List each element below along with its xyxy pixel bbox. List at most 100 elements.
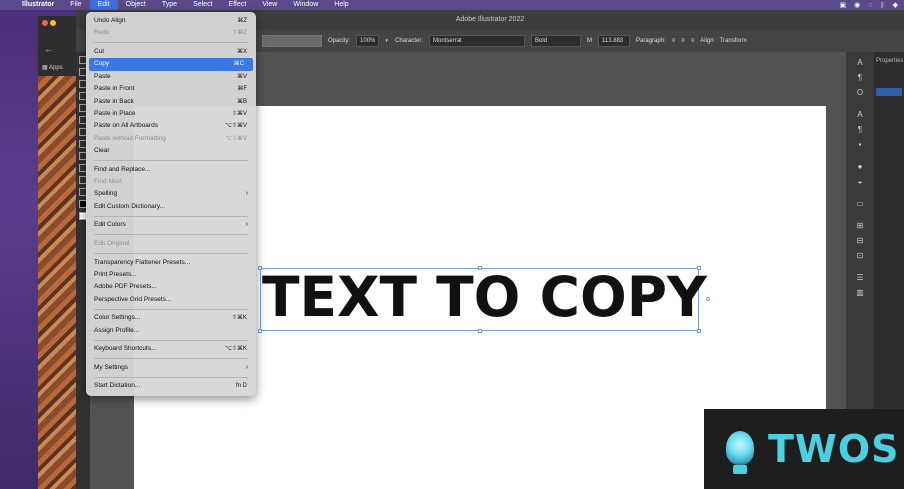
menu-effect[interactable]: Effect [221, 0, 255, 10]
lightbulb-logo-icon [720, 421, 760, 477]
menu-item-copy[interactable]: Copy ⌘C [89, 58, 253, 71]
character-label[interactable]: Character: [395, 38, 423, 44]
menu-item-edit-custom-dictionary[interactable]: Edit Custom Dictionary... [86, 201, 256, 213]
menu-item-color-settings[interactable]: Color Settings... ⇧⌘K [86, 312, 256, 324]
align-right-icon[interactable]: ≡ [691, 38, 695, 44]
menu-help[interactable]: Help [326, 0, 356, 10]
properties-selected-row[interactable] [876, 88, 902, 96]
status-icon[interactable]: ◌ [868, 2, 872, 9]
status-icon[interactable]: ▣ [840, 1, 847, 9]
stroke-swatch[interactable] [262, 35, 322, 47]
align-center-icon[interactable]: ≡ [681, 38, 685, 44]
menu-select[interactable]: Select [185, 0, 220, 10]
color-panel-icon[interactable]: ● [855, 163, 865, 171]
character-styles-icon[interactable]: A [855, 111, 865, 119]
bluetooth-icon[interactable]: ᛒ [880, 2, 884, 9]
font-style-field[interactable]: Bold [531, 35, 582, 47]
menu-item-cut[interactable]: Cut ⌘X [86, 46, 256, 58]
close-button[interactable] [42, 20, 48, 26]
opacity-field[interactable]: 100% [356, 35, 380, 47]
menu-item-my-settings[interactable]: My Settings › [86, 362, 256, 374]
menu-item-shortcut: ⇧⌘K [231, 315, 247, 322]
paragraph-label[interactable]: Paragraph: [636, 38, 666, 44]
back-arrow-icon[interactable]: ← [44, 44, 53, 54]
status-icon[interactable]: ◆ [893, 1, 898, 9]
menu-item-print-presets[interactable]: Print Presets... [86, 269, 256, 281]
menu-item-shortcut: fn D [235, 383, 247, 390]
align-label[interactable]: Align [700, 38, 713, 44]
menu-type[interactable]: Type [154, 0, 185, 10]
menu-item-label: Cut [94, 47, 105, 55]
menu-item-paste-on-all-artboards[interactable]: Paste on All Artboards ⌥⇧⌘V [86, 120, 256, 132]
menu-item-label: Redo [94, 29, 110, 37]
pathfinder-icon[interactable]: ⊟ [855, 237, 865, 245]
menu-item-paste-in-front[interactable]: Paste in Front ⌘F [86, 83, 256, 95]
menu-app-illustrator[interactable]: Illustrator [22, 0, 62, 10]
menu-item-perspective-grid-presets[interactable]: Perspective Grid Presets... [86, 294, 256, 306]
menu-edit[interactable]: Edit [89, 0, 118, 10]
menu-item-label: Color Settings... [94, 314, 141, 322]
menu-item-spelling[interactable]: Spelling › [86, 188, 256, 200]
character-panel-icon[interactable]: A [855, 59, 865, 67]
menu-file[interactable]: File [62, 0, 89, 10]
menu-item-clear[interactable]: Clear [86, 145, 256, 157]
paragraph-panel-icon[interactable]: ¶ [855, 74, 865, 82]
menu-item-assign-profile[interactable]: Assign Profile... [86, 325, 256, 337]
menu-item-label: Copy [94, 60, 110, 68]
menu-item-shortcut: ⌘Z [237, 18, 247, 24]
comments-icon[interactable]: ▭ [855, 200, 865, 208]
properties-title[interactable]: Properties [874, 52, 904, 70]
menu-item-transparency-flattener-presets[interactable]: Transparency Flattener Presets... [86, 257, 256, 269]
menu-separator [94, 42, 248, 44]
menu-item-find-and-replace[interactable]: Find and Replace... [86, 164, 256, 176]
menu-item-label: Paste in Front [94, 85, 135, 93]
menu-separator [94, 215, 248, 217]
menu-item-shortcut: ⌘B [236, 98, 247, 105]
menu-item-label: Undo Align [94, 17, 126, 24]
menu-item-label: Edit Colors [94, 221, 126, 229]
menu-item-undo-align[interactable]: Undo Align ⌘Z [86, 15, 256, 27]
menu-item-shortcut: ⌘F [237, 86, 247, 93]
menu-item-label: Edit Original [94, 240, 130, 247]
menu-item-shortcut: ⌥⇧⌘V [225, 123, 247, 130]
window-title: Adobe Illustrator 2022 [455, 16, 525, 23]
minimize-button[interactable] [50, 20, 56, 26]
recolor-icon[interactable]: ◐ [385, 38, 389, 44]
font-family-field[interactable]: Montserrat [429, 35, 526, 47]
menu-window[interactable]: Window [285, 0, 326, 10]
menu-item-paste-in-back[interactable]: Paste in Back ⌘B [86, 96, 256, 108]
artboard-text[interactable]: TEXT TO COPY [262, 262, 707, 332]
menu-item-shortcut: ⌘C [233, 61, 244, 68]
menu-item-label: Perspective Grid Presets... [94, 295, 172, 303]
align-left-icon[interactable]: ≡ [672, 38, 676, 44]
menu-item-paste-in-place[interactable]: Paste in Place ⇧⌘V [86, 108, 256, 120]
bookmark-label: Apps [49, 65, 63, 71]
menubar-status-icons: ▣ ◉ ◌ ᛒ ◆ [840, 0, 899, 10]
menu-item-paste[interactable]: Paste ⌘V [86, 71, 256, 83]
menu-item-adobe-pdf-presets[interactable]: Adobe PDF Presets... [86, 281, 256, 293]
bookmark-apps[interactable]: ▦ Apps [42, 64, 63, 71]
transform-label[interactable]: Transform [720, 38, 747, 44]
transform-panel-icon[interactable]: ⊡ [855, 252, 865, 260]
opacity-label: Opacity: [328, 38, 351, 44]
menu-item-edit-colors[interactable]: Edit Colors › [86, 219, 256, 231]
paragraph-styles-icon[interactable]: ¶ [855, 126, 865, 134]
menu-item-find-next: Find Next [86, 176, 256, 188]
menu-item-label: Adobe PDF Presets... [94, 283, 157, 291]
opentype-panel-icon[interactable]: O [855, 89, 865, 97]
menu-item-label: Spelling [94, 190, 118, 198]
glyphs-icon[interactable]: ▪ [855, 141, 865, 149]
menu-separator [94, 358, 248, 360]
font-size-field[interactable]: 113.883 [598, 35, 631, 47]
status-icon[interactable]: ◉ [854, 1, 860, 9]
menu-item-keyboard-shortcuts[interactable]: Keyboard Shortcuts... ⌥⇧⌘K [86, 343, 256, 355]
menu-view[interactable]: View [254, 0, 285, 10]
swatches-icon[interactable]: ◒ [855, 178, 865, 186]
menu-item-shortcut: ⇧⌘Z [232, 30, 247, 37]
menu-object[interactable]: Object [118, 0, 154, 10]
gradient-panel-icon[interactable]: ▥ [855, 289, 865, 297]
align-panel-icon[interactable]: ⊞ [855, 222, 865, 230]
browser-page-photo [38, 76, 76, 489]
stroke-panel-icon[interactable]: ☰ [855, 274, 865, 282]
menu-item-start-dictation[interactable]: Start Dictation... fn D [86, 380, 256, 392]
